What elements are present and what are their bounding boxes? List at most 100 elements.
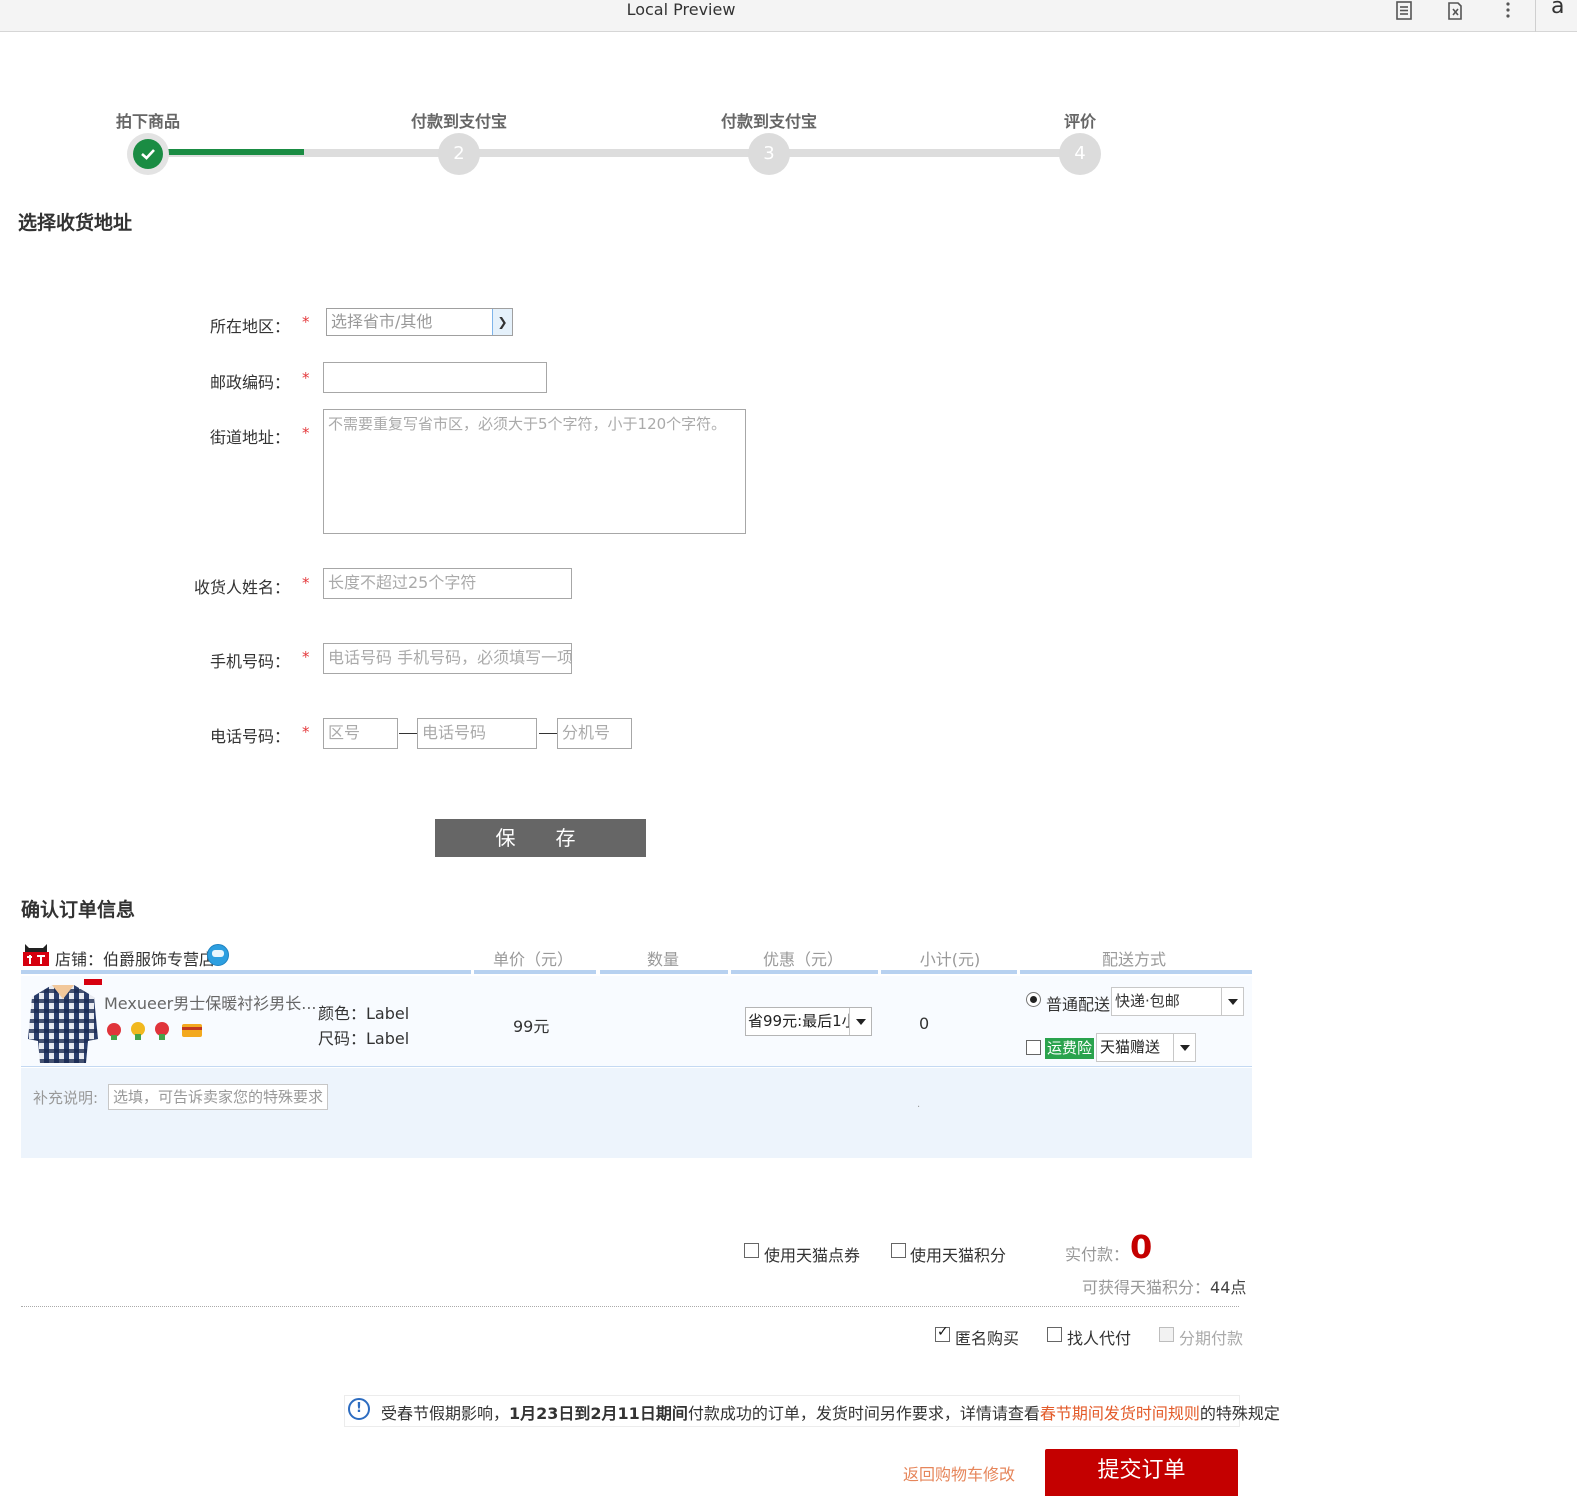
note-dot: . <box>917 1099 921 1110</box>
step-label-4: 评价 <box>1063 112 1097 131</box>
required-mark: * <box>302 648 310 666</box>
wangwang-chat-icon[interactable] <box>207 944 229 966</box>
note-area <box>21 1068 1252 1158</box>
seven-days-return-icon <box>107 1023 121 1040</box>
mobile-label: 手机号码： <box>209 652 290 671</box>
open-external-icon[interactable] <box>1444 0 1466 22</box>
holiday-rules-link[interactable]: 春节期间发货时间规则 <box>1040 1404 1200 1423</box>
progress-track-done <box>148 149 304 155</box>
insurance-select-value: 天猫赠送 <box>1100 1038 1161 1056</box>
required-mark: * <box>302 313 310 331</box>
phone-number-input[interactable]: 电话号码 <box>417 718 537 749</box>
region-select-value: 选择省市/其他 <box>331 312 433 331</box>
street-label: 街道地址： <box>209 428 290 447</box>
header-line <box>600 970 728 974</box>
note-label: 补充说明: <box>33 1089 99 1107</box>
use-coupon-checkbox[interactable] <box>744 1243 759 1258</box>
dotted-divider <box>21 1306 1239 1307</box>
holiday-notice-text: 受春节假期影响，1月23日到2月11日期间付款成功的订单，发货时间另作要求，详情… <box>381 1400 1280 1424</box>
mobile-input[interactable]: 电话号码 手机号码，必须填写一项 <box>323 643 572 674</box>
installment-checkbox[interactable] <box>1159 1327 1174 1342</box>
street-textarea[interactable]: 不需要重复写省市区，必须大于5个字符，小于120个字符。 <box>323 409 746 534</box>
check-icon <box>141 149 155 160</box>
receiver-name-input[interactable]: 长度不超过25个字符 <box>323 568 572 599</box>
earned-points-value: 44点 <box>1210 1278 1247 1297</box>
step-dot-2: 2 <box>438 133 480 175</box>
subtotal-value: 0 <box>919 1014 930 1033</box>
shipping-method-value: 快递·包邮 <box>1115 992 1180 1010</box>
unit-price: 99元 <box>513 1017 550 1036</box>
chevron-down-icon[interactable]: ❯ <box>492 309 512 335</box>
use-coupon-label: 使用天猫点券 <box>764 1246 861 1265</box>
authentic-icon <box>155 1022 169 1040</box>
window-title: Local Preview <box>626 0 736 19</box>
submit-order-button[interactable]: 提交订单 <box>1045 1449 1238 1496</box>
required-mark: * <box>302 424 310 442</box>
step-label-3: 付款到支付宝 <box>720 112 818 131</box>
shipping-method-select[interactable]: 快递·包邮 <box>1111 987 1244 1016</box>
tmall-shop-icon <box>23 944 49 966</box>
required-mark: * <box>302 574 310 592</box>
header-line <box>474 970 596 974</box>
notice-pre: 受春节假期影响， <box>381 1404 510 1423</box>
titlebar-glyph: a <box>1551 0 1565 19</box>
order-section-title: 确认订单信息 <box>21 899 136 921</box>
notice-bold: 1月23日到2月11日期间 <box>509 1404 688 1423</box>
earned-points-label: 可获得天猫积分： <box>1082 1278 1211 1297</box>
extension-input[interactable]: 分机号 <box>557 718 632 749</box>
step-dot-4: 4 <box>1059 133 1101 175</box>
service-badges <box>107 1022 202 1040</box>
discount-select[interactable]: 省99元:最后1小时 <box>745 1007 872 1036</box>
product-name[interactable]: Mexueer男士保暖衬衫男长... <box>104 990 317 1014</box>
postcode-label: 邮政编码： <box>209 373 290 392</box>
area-code-input[interactable]: 区号 <box>323 718 398 749</box>
use-points-checkbox[interactable] <box>891 1243 906 1258</box>
product-thumbnail[interactable] <box>24 979 102 1063</box>
anonymous-label: 匿名购买 <box>955 1329 1020 1348</box>
notice-post: 的特殊规定 <box>1199 1404 1280 1423</box>
phone-dash <box>399 733 417 734</box>
chevron-down-icon[interactable] <box>1173 1034 1195 1061</box>
anonymous-checkbox[interactable] <box>935 1324 950 1342</box>
column-subtotal: 小计(元) <box>919 950 981 969</box>
more-vertical-icon[interactable] <box>1500 0 1522 22</box>
save-button[interactable]: 保 存 <box>435 819 646 857</box>
column-unit-price: 单价（元） <box>492 950 574 969</box>
installment-label: 分期付款 <box>1179 1329 1244 1348</box>
shipping-insurance-checkbox[interactable] <box>1026 1040 1041 1055</box>
use-points-label: 使用天猫积分 <box>910 1246 1007 1265</box>
required-mark: * <box>302 723 310 741</box>
receiver-name-label: 收货人姓名： <box>193 578 290 597</box>
required-mark: * <box>302 369 310 387</box>
shipping-insurance-tag: 运费险 <box>1045 1038 1095 1059</box>
note-input[interactable]: 选填，可告诉卖家您的特殊要求 <box>108 1084 328 1110</box>
chevron-down-icon[interactable] <box>849 1008 871 1035</box>
notice-mid: 付款成功的订单，发货时间另作要求，详情请查看 <box>687 1404 1040 1423</box>
normal-delivery-label: 普通配送 <box>1046 995 1111 1014</box>
titlebar-divider <box>1535 0 1536 32</box>
normal-delivery-radio[interactable] <box>1026 992 1041 1007</box>
chevron-down-icon[interactable] <box>1221 988 1243 1015</box>
product-size: 尺码：Label <box>318 1029 410 1048</box>
step-dot-1 <box>127 133 169 175</box>
document-icon[interactable] <box>1393 0 1415 22</box>
address-section-title: 选择收货地址 <box>18 212 133 234</box>
insurance-select[interactable]: 天猫赠送 <box>1096 1033 1196 1062</box>
column-quantity: 数量 <box>646 950 680 969</box>
step-dot-3: 3 <box>748 133 790 175</box>
proxy-pay-checkbox[interactable] <box>1047 1327 1062 1342</box>
postcode-input[interactable] <box>323 362 547 393</box>
info-icon: ! <box>348 1398 370 1420</box>
preview-titlebar: Local Preview a <box>0 0 1577 32</box>
phone-dash <box>539 733 557 734</box>
step-label-1: 拍下商品 <box>115 112 181 131</box>
header-line <box>21 970 471 974</box>
back-to-cart-link[interactable]: 返回购物车修改 <box>903 1461 1015 1485</box>
region-label: 所在地区： <box>209 317 290 336</box>
actual-payment-label: 实付款： <box>1065 1245 1130 1264</box>
column-discount: 优惠（元） <box>762 950 844 969</box>
credit-card-icon <box>182 1024 202 1037</box>
region-select[interactable]: 选择省市/其他 ❯ <box>326 308 513 336</box>
actual-payment-value: 0 <box>1130 1228 1153 1266</box>
shop-name[interactable]: 店铺：伯爵服饰专营店 <box>55 946 215 970</box>
